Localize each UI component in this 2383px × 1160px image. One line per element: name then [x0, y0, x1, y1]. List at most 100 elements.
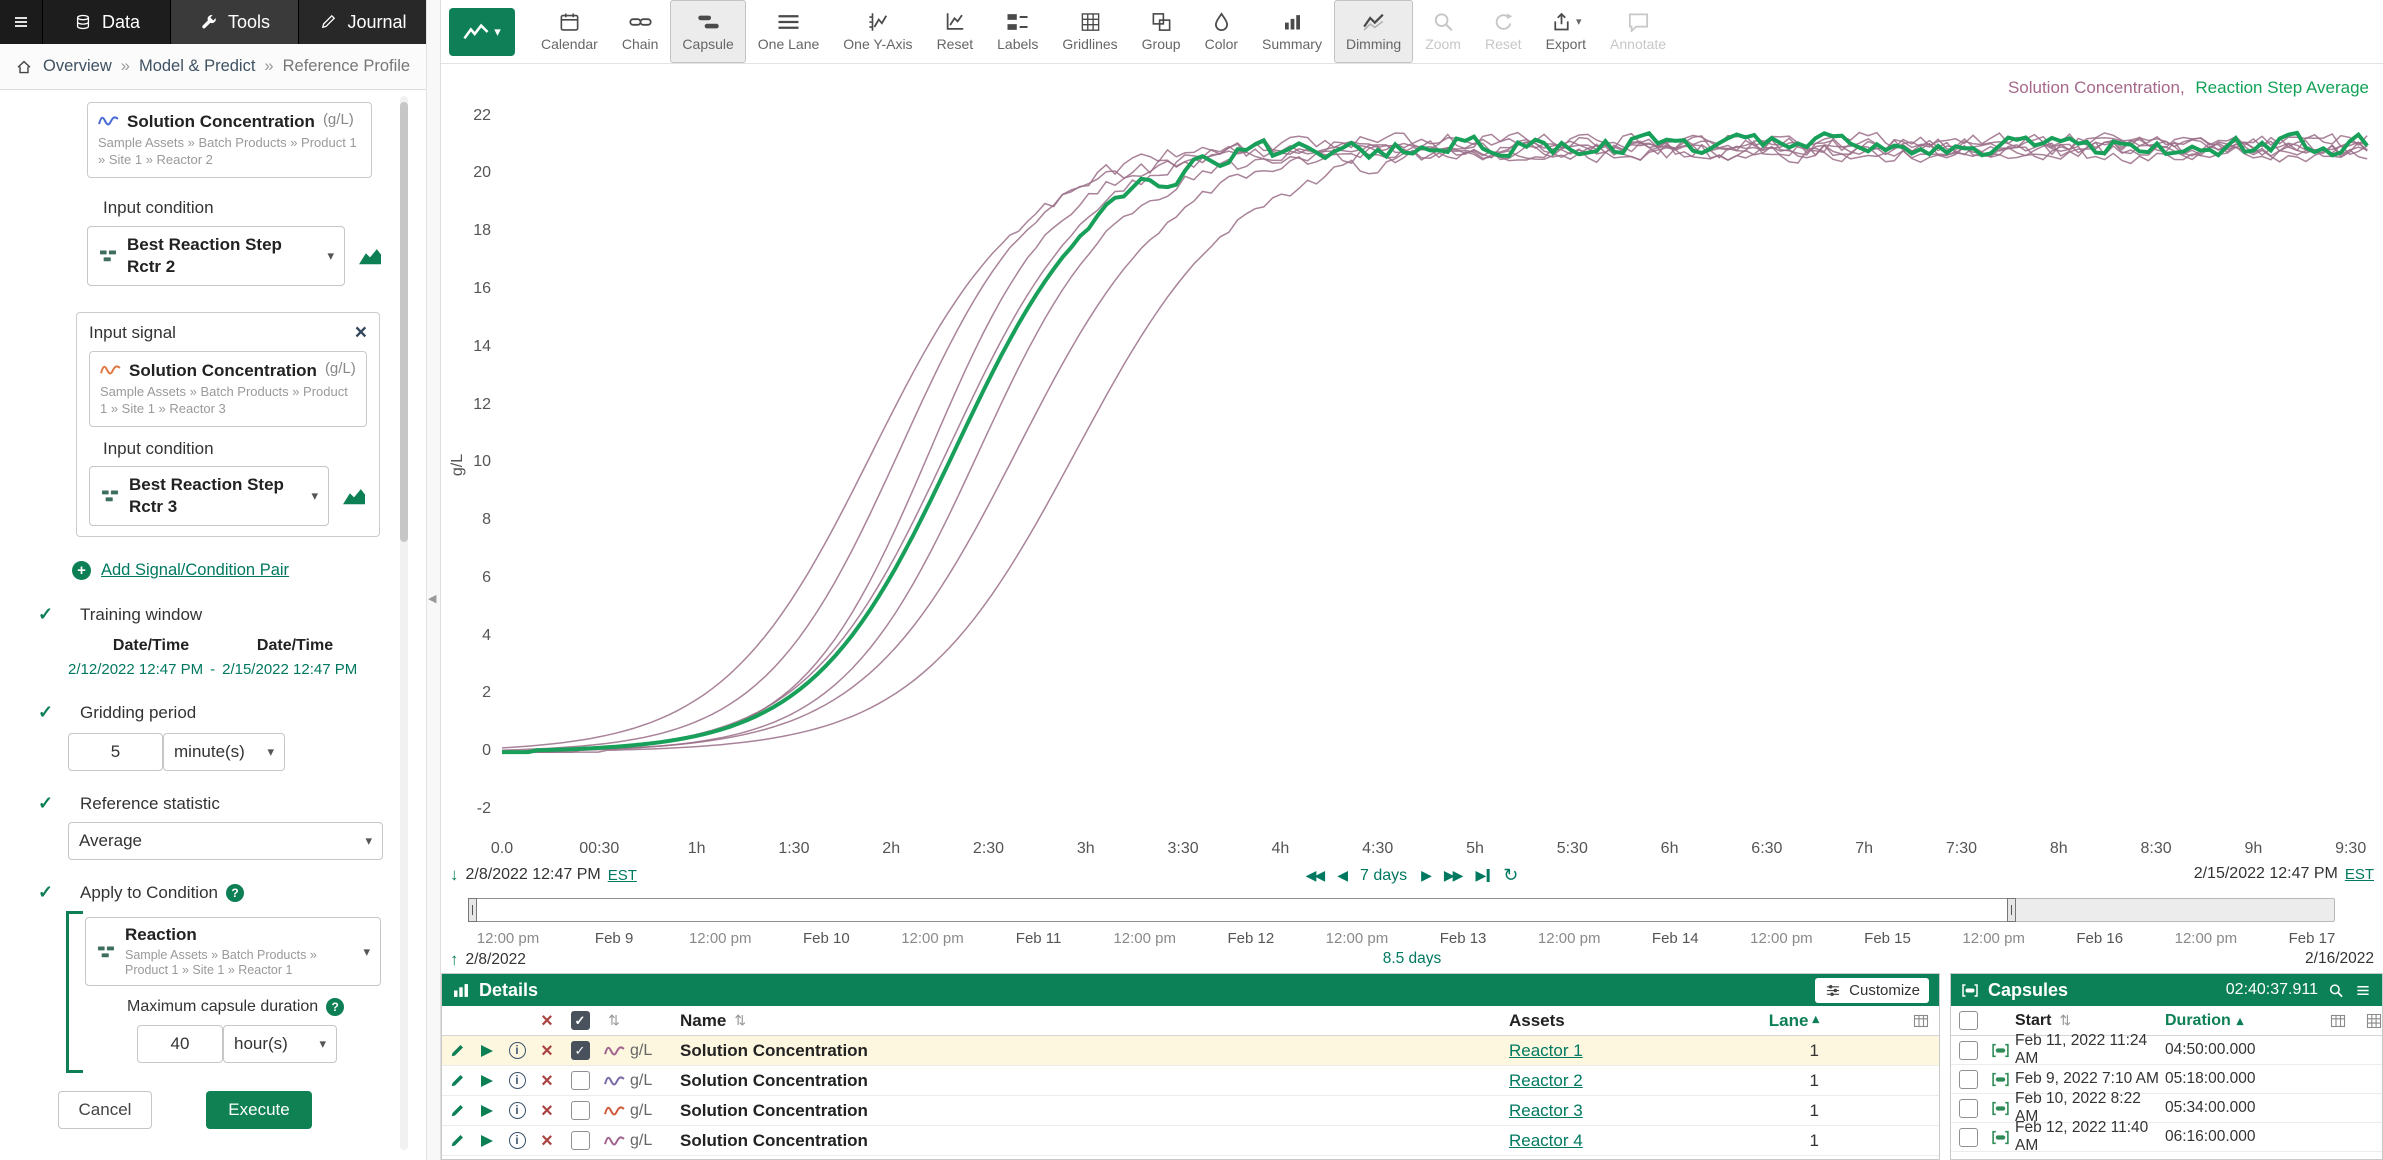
columns-icon[interactable]	[1913, 1013, 1929, 1029]
send-icon[interactable]	[472, 1105, 502, 1117]
edit-icon[interactable]	[442, 1043, 472, 1059]
solution-concentration-capsule--line[interactable]	[502, 145, 2367, 748]
send-icon[interactable]	[472, 1075, 502, 1087]
capsule-columns-icon[interactable]	[2330, 1013, 2346, 1029]
asset-link[interactable]: Reactor 4	[1509, 1131, 1583, 1151]
input-signal-card[interactable]: Solution Concentration (g/L) Sample Asse…	[89, 351, 367, 427]
timeline-scrollbar[interactable]	[468, 898, 2335, 922]
toolbar-gridlines-button[interactable]: Gridlines	[1050, 0, 1129, 63]
assets-column-header[interactable]: Assets	[1509, 1011, 1565, 1031]
display-type-button[interactable]: ▾	[449, 8, 515, 56]
edit-icon[interactable]	[442, 1133, 472, 1149]
timeline-handle-right[interactable]	[2007, 898, 2016, 922]
timeline-duration[interactable]: 8.5 days	[1383, 950, 1442, 968]
row-checkbox[interactable]	[571, 1131, 590, 1150]
gridding-period-input[interactable]	[68, 733, 163, 771]
capsule-checkbox[interactable]	[1959, 1041, 1978, 1060]
reference-statistic-select[interactable]: Average ▾	[68, 822, 383, 860]
training-end[interactable]: 2/15/2022 12:47 PM	[222, 661, 357, 678]
capsule-checkbox[interactable]	[1959, 1128, 1978, 1147]
capsule-grid-icon[interactable]	[2366, 1013, 2382, 1029]
toolbar-chain-button[interactable]: Chain	[610, 0, 671, 63]
details-row[interactable]: i×g/LSolution ConcentrationReactor 41	[442, 1126, 1939, 1156]
home-icon[interactable]	[14, 59, 34, 75]
sort-icon[interactable]: ⇅	[2059, 1012, 2071, 1029]
sort-icon[interactable]: ⇅	[734, 1012, 746, 1029]
apply-condition-select[interactable]: Reaction Sample Assets » Batch Products …	[85, 917, 381, 985]
select-all-capsules-checkbox[interactable]	[1959, 1011, 1978, 1030]
condition-select[interactable]: Best Reaction Step Rctr 2 ▾	[87, 226, 345, 286]
tab-journal[interactable]: Journal	[298, 0, 426, 44]
remove-pair-icon[interactable]: ×	[355, 322, 367, 343]
toolbar-color-button[interactable]: Color	[1193, 0, 1250, 63]
help-icon[interactable]: ?	[226, 884, 244, 902]
add-pair-link[interactable]: Add Signal/Condition Pair	[101, 561, 289, 580]
send-icon[interactable]	[472, 1135, 502, 1147]
capsule-checkbox[interactable]	[1959, 1099, 1978, 1118]
info-icon[interactable]: i	[502, 1132, 532, 1149]
toolbar-reset-button[interactable]: Reset	[925, 0, 986, 63]
panel-divider[interactable]: ◀	[426, 0, 441, 1160]
trend-chart[interactable]	[502, 82, 2374, 833]
input-signal-card[interactable]: Solution Concentration (g/L) Sample Asse…	[87, 102, 372, 178]
toolbar-dimming-button[interactable]: Dimming	[1334, 0, 1413, 63]
search-icon[interactable]	[2327, 983, 2345, 998]
tab-data[interactable]: Data	[42, 0, 170, 44]
scrollbar-thumb[interactable]	[400, 102, 408, 542]
help-icon[interactable]: ?	[326, 998, 344, 1016]
tab-tools[interactable]: Tools	[170, 0, 298, 44]
area-chart-icon[interactable]	[341, 485, 367, 507]
remove-icon[interactable]: ×	[532, 1071, 562, 1091]
toolbar-one-y-axis-button[interactable]: One Y-Axis	[831, 0, 924, 63]
timeline-selection[interactable]	[468, 898, 2016, 922]
cancel-button[interactable]: Cancel	[58, 1091, 152, 1129]
timeline-handle-left[interactable]	[468, 898, 477, 922]
name-column-header[interactable]: Name	[680, 1011, 726, 1031]
remove-icon[interactable]: ×	[532, 1101, 562, 1121]
more-options-icon[interactable]	[2354, 983, 2372, 998]
asset-link[interactable]: Reactor 3	[1509, 1101, 1583, 1121]
toolbar-capsule-button[interactable]: Capsule	[670, 0, 745, 63]
asset-link[interactable]: Reactor 1	[1509, 1041, 1583, 1061]
max-duration-unit-select[interactable]: hour(s) ▾	[223, 1025, 337, 1063]
area-chart-icon[interactable]	[357, 245, 383, 267]
sidebar-scrollbar[interactable]	[400, 96, 408, 1150]
duration-column-header[interactable]: Duration	[2165, 1012, 2231, 1030]
timeline-end-date[interactable]: 2/16/2022	[2305, 950, 2374, 968]
asset-link[interactable]: Reactor 2	[1509, 1071, 1583, 1091]
start-column-header[interactable]: Start	[2015, 1012, 2051, 1030]
capsule-row[interactable]: Feb 12, 2022 11:40 AM06:16:00.000	[1951, 1123, 2382, 1152]
solution-concentration-capsule--line[interactable]	[502, 140, 2367, 753]
solution-concentration-capsule--line[interactable]	[502, 141, 2367, 752]
add-signal-condition-pair[interactable]: + Add Signal/Condition Pair	[72, 561, 410, 580]
solution-concentration-capsule--line[interactable]	[502, 141, 2367, 752]
details-row[interactable]: i×g/LSolution ConcentrationReactor 11	[442, 1036, 1939, 1066]
timeline-start-date[interactable]: 2/8/2022	[466, 951, 526, 969]
lane-column-header[interactable]: Lane	[1769, 1011, 1809, 1031]
toolbar-calendar-button[interactable]: Calendar	[529, 0, 610, 63]
details-row[interactable]: i×g/LSolution ConcentrationReactor 31	[442, 1096, 1939, 1126]
select-all-checkbox[interactable]	[571, 1011, 590, 1030]
sort-icon[interactable]: ⇅	[608, 1012, 620, 1029]
gridding-unit-select[interactable]: minute(s) ▾	[163, 733, 285, 771]
training-start[interactable]: 2/12/2022 12:47 PM	[68, 661, 203, 678]
send-icon[interactable]	[472, 1045, 502, 1057]
edit-icon[interactable]	[442, 1073, 472, 1089]
capsule-checkbox[interactable]	[1959, 1070, 1978, 1089]
info-icon[interactable]: i	[502, 1042, 532, 1059]
remove-icon[interactable]: ×	[532, 1131, 562, 1151]
solution-concentration-capsule--line[interactable]	[502, 133, 2367, 751]
toolbar-one-lane-button[interactable]: One Lane	[746, 0, 832, 63]
collapse-sidebar-icon[interactable]: ◀	[428, 592, 436, 605]
execute-button[interactable]: Execute	[206, 1091, 312, 1129]
capsule-row[interactable]: Feb 11, 2022 11:24 AM04:50:00.000	[1951, 1036, 2382, 1065]
details-row[interactable]: i×g/LSolution ConcentrationReactor 21	[442, 1066, 1939, 1096]
toolbar-export-button[interactable]: ▾Export	[1534, 0, 1598, 63]
training-window-range[interactable]: 2/12/2022 12:47 PM - 2/15/2022 12:47 PM	[68, 661, 410, 678]
max-capsule-duration-input[interactable]	[137, 1025, 223, 1063]
info-icon[interactable]: i	[502, 1072, 532, 1089]
remove-icon[interactable]: ×	[532, 1041, 562, 1061]
menu-icon[interactable]	[0, 0, 42, 44]
breadcrumb-model-predict[interactable]: Model & Predict	[139, 57, 255, 76]
breadcrumb-overview[interactable]: Overview	[43, 57, 112, 76]
